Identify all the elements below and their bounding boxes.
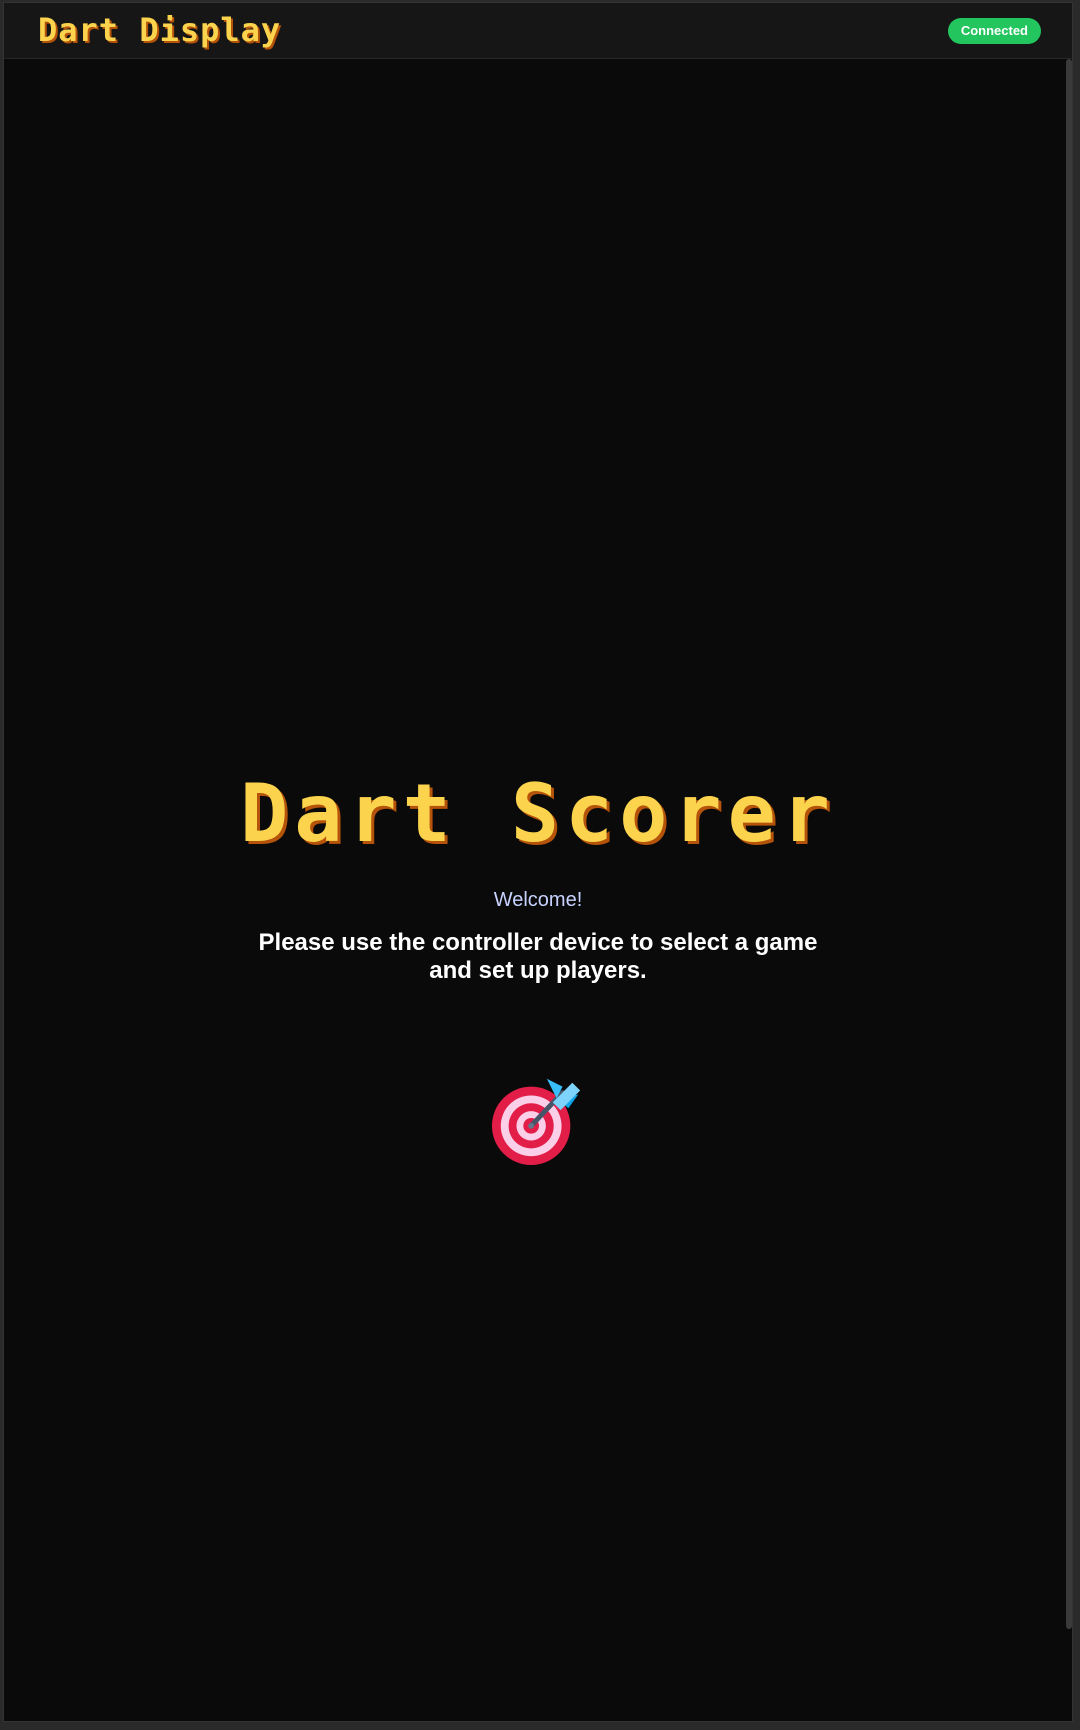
page-title: Dart Scorer: [240, 767, 836, 860]
scrollbar[interactable]: [1066, 59, 1072, 1629]
app-window: Dart Display Connected Dart Scorer Welco…: [3, 2, 1073, 1722]
welcome-text: Welcome!: [493, 889, 583, 911]
header-bar: Dart Display Connected: [4, 3, 1072, 59]
welcome-screen: Dart Scorer Welcome! Please use the cont…: [4, 59, 1072, 1721]
app-title: Dart Display: [38, 11, 282, 49]
instruction-text: Please use the controller device to sele…: [258, 929, 818, 984]
target-dart-icon: [491, 1078, 581, 1166]
connection-status-badge: Connected: [947, 18, 1041, 44]
